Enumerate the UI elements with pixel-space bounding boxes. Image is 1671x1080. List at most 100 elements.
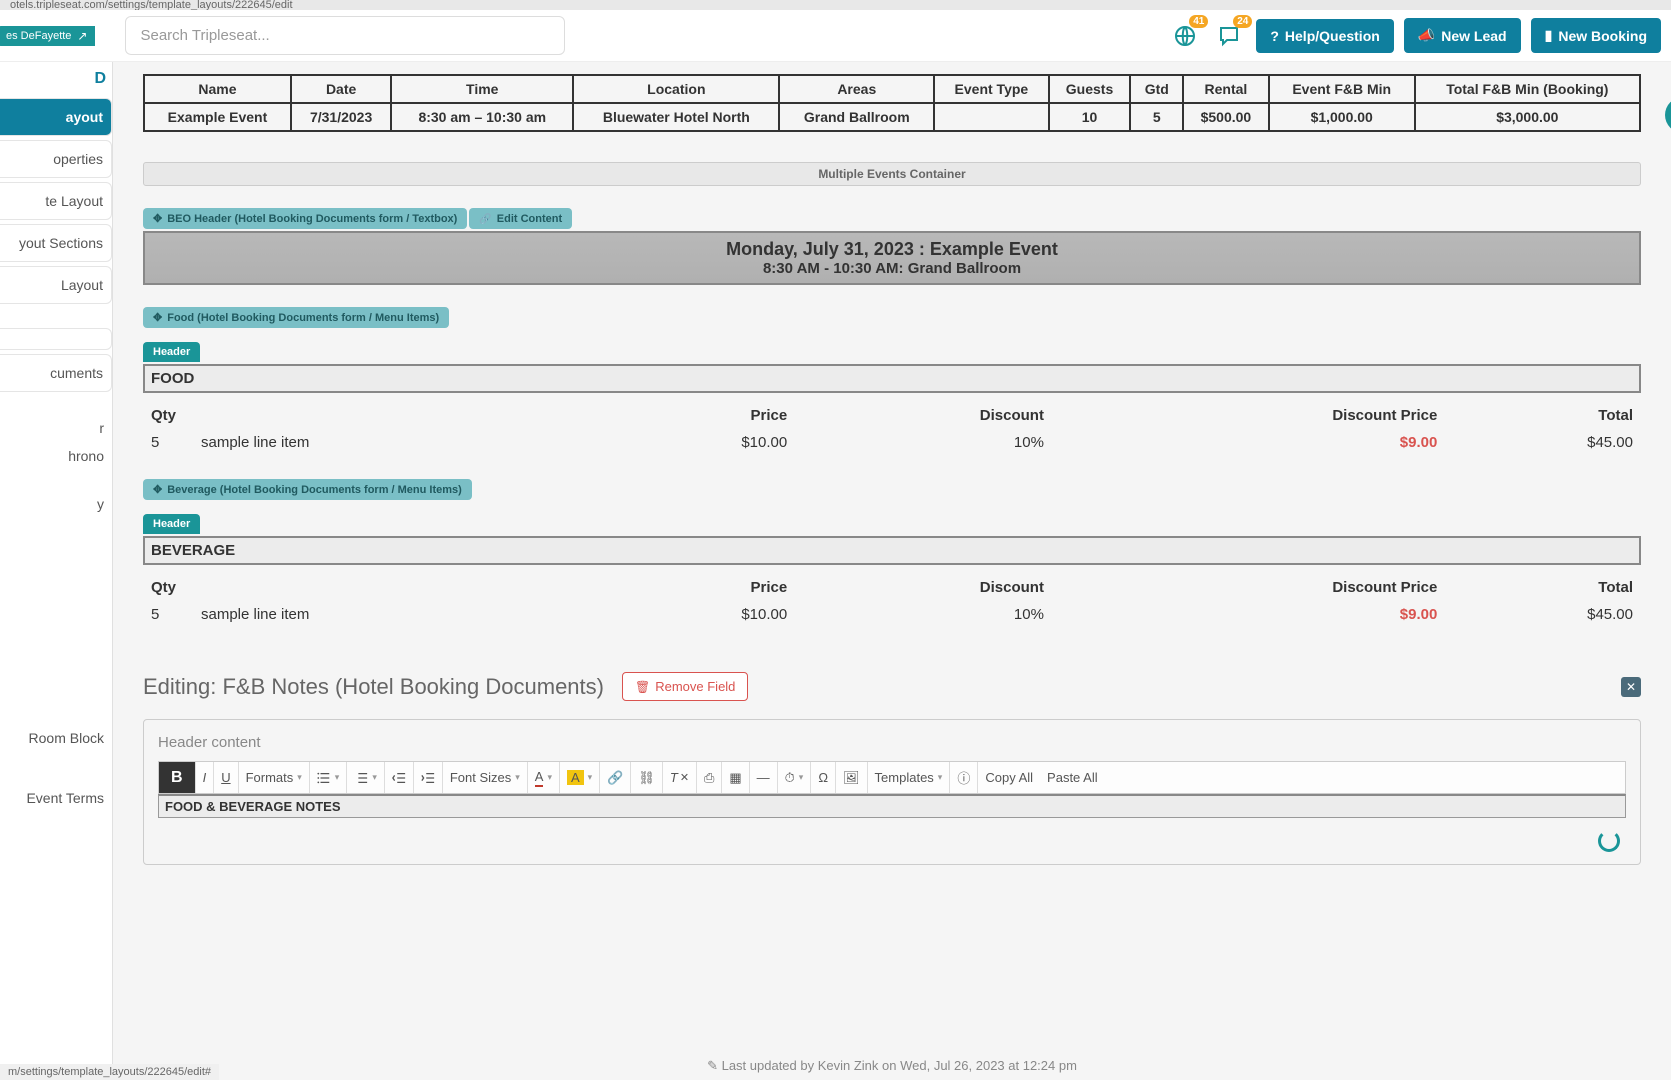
page-break-button[interactable]: ⎙ bbox=[697, 762, 722, 793]
top-navigation: es DeFayette ↗ 41 24 ?Help/Question 📣New… bbox=[0, 10, 1671, 62]
copy-all-button[interactable]: Copy All bbox=[978, 762, 1040, 793]
sidebar-item-r[interactable]: r bbox=[0, 416, 112, 440]
main-content: ⚙ Name Date Time Location Areas Event Ty… bbox=[113, 62, 1671, 1068]
sidebar-item-blank[interactable] bbox=[0, 328, 112, 350]
new-lead-button[interactable]: 📣New Lead bbox=[1404, 18, 1521, 53]
external-link-icon: ↗ bbox=[77, 29, 87, 43]
sidebar-item-layout-sections[interactable]: yout Sections bbox=[0, 224, 112, 262]
beo-header-tag[interactable]: BEO Header (Hotel Booking Documents form… bbox=[143, 208, 467, 229]
event-table-row: Example Event 7/31/2023 8:30 am – 10:30 … bbox=[144, 103, 1640, 131]
col-name: Name bbox=[144, 75, 291, 103]
editor-content-area[interactable]: FOOD & BEVERAGE NOTES bbox=[158, 794, 1626, 818]
field-editor-panel: Editing: F&B Notes (Hotel Booking Docume… bbox=[143, 657, 1641, 879]
col-gtd: Gtd bbox=[1130, 75, 1183, 103]
beverage-tag[interactable]: Beverage (Hotel Booking Documents form /… bbox=[143, 479, 472, 500]
new-booking-button[interactable]: ▮New Booking bbox=[1531, 18, 1661, 53]
paste-all-button[interactable]: Paste All bbox=[1040, 762, 1105, 793]
bookmark-icon: ▮ bbox=[1545, 27, 1553, 44]
food-header-tag[interactable]: Header bbox=[143, 342, 200, 362]
unordered-list-button[interactable] bbox=[310, 762, 348, 793]
close-editor-button[interactable]: ✕ bbox=[1621, 677, 1641, 697]
col-disc-price: Discount Price bbox=[1052, 403, 1443, 428]
special-char-button[interactable]: Ω bbox=[811, 762, 836, 793]
col-guests: Guests bbox=[1049, 75, 1131, 103]
background-color-button[interactable]: A bbox=[560, 762, 600, 793]
col-event-type: Event Type bbox=[934, 75, 1049, 103]
sidebar-item-y[interactable]: y bbox=[0, 492, 112, 516]
col-time: Time bbox=[391, 75, 573, 103]
italic-button[interactable]: I bbox=[196, 762, 215, 793]
nav-right: 41 24 ?Help/Question 📣New Lead ▮New Book… bbox=[1168, 18, 1661, 53]
text-color-button[interactable]: A bbox=[528, 762, 560, 793]
underline-button[interactable]: U bbox=[214, 762, 238, 793]
ordered-list-button[interactable] bbox=[347, 762, 385, 793]
table-button[interactable]: ▦ bbox=[722, 762, 749, 793]
sidebar-user-id: D bbox=[0, 68, 112, 98]
editor-box: Header content B I U Formats Font Sizes … bbox=[143, 719, 1641, 865]
col-areas: Areas bbox=[779, 75, 934, 103]
font-sizes-dropdown[interactable]: Font Sizes bbox=[443, 762, 528, 793]
chat-notifications[interactable]: 24 bbox=[1212, 19, 1246, 53]
sidebar-item-properties[interactable]: operties bbox=[0, 140, 112, 178]
food-section-header: FOOD bbox=[143, 364, 1641, 393]
sidebar-item-chrono[interactable]: hrono bbox=[0, 444, 112, 468]
outdent-button[interactable] bbox=[385, 762, 414, 793]
sidebar: D ayout operties te Layout yout Sections… bbox=[0, 62, 113, 1068]
food-item-row: 5 sample line item $10.00 10% $9.00 $45.… bbox=[145, 430, 1639, 455]
globe-notifications[interactable]: 41 bbox=[1168, 19, 1202, 53]
move-icon bbox=[153, 212, 162, 225]
clear-format-button[interactable]: T✕ bbox=[663, 762, 697, 793]
editor-blank-area[interactable] bbox=[158, 818, 1626, 850]
formats-dropdown[interactable]: Formats bbox=[239, 762, 310, 793]
link-button[interactable]: 🔗 bbox=[600, 762, 631, 793]
url-text: otels.tripleseat.com/settings/template_l… bbox=[10, 0, 293, 10]
multiple-events-container[interactable]: Multiple Events Container bbox=[143, 162, 1641, 186]
sidebar-item-documents[interactable]: cuments bbox=[0, 354, 112, 392]
time-button[interactable]: ⏱ bbox=[778, 762, 812, 793]
help-toolbar-button[interactable]: ⓘ bbox=[950, 762, 978, 793]
event-header-block: Monday, July 31, 2023 : Example Event 8:… bbox=[143, 231, 1641, 285]
move-icon bbox=[153, 483, 162, 496]
templates-dropdown[interactable]: Templates bbox=[868, 762, 951, 793]
hr-button[interactable]: — bbox=[750, 762, 778, 793]
search-container bbox=[125, 16, 565, 55]
sidebar-item-room-block[interactable]: Room Block bbox=[0, 720, 112, 756]
move-icon bbox=[153, 311, 162, 324]
status-bar-url: m/settings/template_layouts/222645/edit# bbox=[0, 1064, 219, 1080]
help-icon: ? bbox=[1270, 28, 1279, 44]
help-button[interactable]: ?Help/Question bbox=[1256, 19, 1393, 53]
user-tag-label: es DeFayette bbox=[6, 30, 71, 42]
settings-tab[interactable]: ⚙ bbox=[1665, 97, 1671, 133]
event-header-line1: Monday, July 31, 2023 : Example Event bbox=[151, 239, 1633, 260]
bold-button[interactable]: B bbox=[159, 762, 196, 793]
link-icon bbox=[479, 213, 491, 225]
globe-badge: 41 bbox=[1189, 15, 1208, 28]
remove-field-button[interactable]: Remove Field bbox=[622, 672, 748, 701]
col-total: Total bbox=[1445, 403, 1639, 428]
col-date: Date bbox=[291, 75, 391, 103]
user-tag[interactable]: es DeFayette ↗ bbox=[0, 26, 95, 46]
food-items-table: Qty Price Discount Discount Price Total … bbox=[143, 401, 1641, 457]
col-rental: Rental bbox=[1183, 75, 1269, 103]
layout-panel: Multiple Events Container BEO Header (Ho… bbox=[143, 162, 1641, 629]
sidebar-item-event-terms[interactable]: Event Terms bbox=[0, 780, 112, 816]
editor-section-label: Header content bbox=[158, 728, 1626, 761]
sidebar-item-te-layout[interactable]: te Layout bbox=[0, 182, 112, 220]
food-tag[interactable]: Food (Hotel Booking Documents form / Men… bbox=[143, 307, 449, 328]
unlink-button[interactable]: ⛓ bbox=[631, 762, 663, 793]
chat-badge: 24 bbox=[1233, 15, 1252, 28]
search-input[interactable] bbox=[125, 16, 565, 55]
address-bar: otels.tripleseat.com/settings/template_l… bbox=[0, 0, 1671, 10]
image-button[interactable]: 🖼 bbox=[836, 762, 868, 793]
col-qty: Qty bbox=[145, 403, 193, 428]
sidebar-item-layout[interactable]: ayout bbox=[0, 98, 112, 136]
event-summary-table: Name Date Time Location Areas Event Type… bbox=[143, 74, 1641, 132]
page-layout: D ayout operties te Layout yout Sections… bbox=[0, 62, 1671, 1068]
indent-button[interactable] bbox=[414, 762, 443, 793]
edit-content-tag[interactable]: Edit Content bbox=[469, 208, 572, 229]
editor-title: Editing: F&B Notes (Hotel Booking Docume… bbox=[143, 674, 604, 700]
beverage-items-table: Qty Price Discount Discount Price Total … bbox=[143, 573, 1641, 629]
sidebar-item-layout2[interactable]: Layout bbox=[0, 266, 112, 304]
beverage-header-tag[interactable]: Header bbox=[143, 514, 200, 534]
loading-spinner-icon bbox=[1598, 830, 1620, 852]
